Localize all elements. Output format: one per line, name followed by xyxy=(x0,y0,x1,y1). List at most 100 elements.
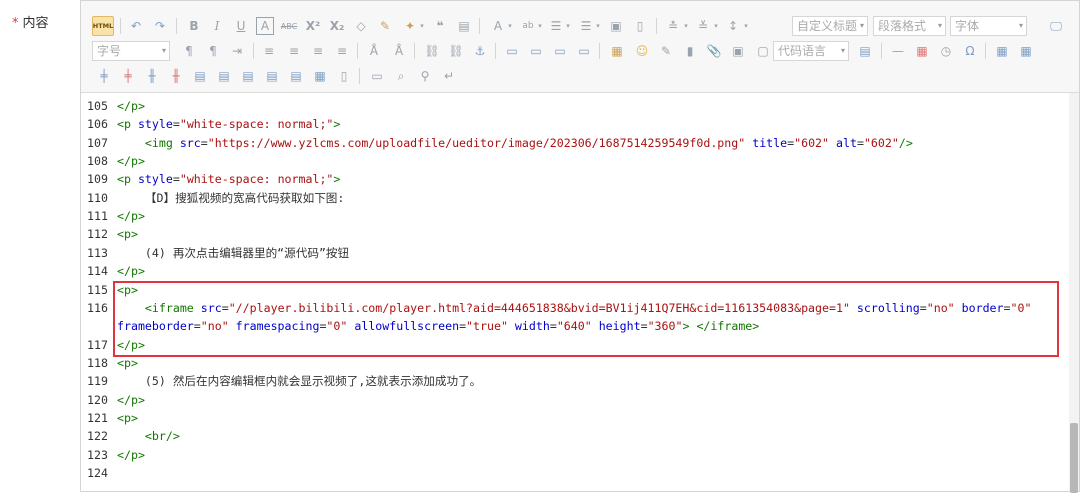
anchor-icon[interactable]: ⚓ xyxy=(471,42,489,60)
code-line: 113 (4) 再次点击编辑器里的“源代码”按钮 xyxy=(81,244,1069,262)
align-center-icon[interactable]: ≡ xyxy=(285,42,303,60)
vertical-scrollbar[interactable] xyxy=(1069,93,1079,493)
code-token: "602" xyxy=(794,135,830,150)
emotion-icon[interactable]: ☺ xyxy=(633,42,651,60)
indent-icon[interactable]: ⇥ xyxy=(228,42,246,60)
subscript-icon[interactable]: X₂ xyxy=(328,17,346,35)
chevron-down-icon[interactable]: ▾ xyxy=(707,17,725,35)
toolbar-separator xyxy=(414,43,415,59)
image-left-icon[interactable]: ▭ xyxy=(527,42,545,60)
lowercase-icon[interactable]: Å xyxy=(390,42,408,60)
select-all-icon[interactable]: ▣ xyxy=(607,17,625,35)
line-number: 124 xyxy=(87,466,108,480)
split-cells-icon[interactable]: ▤ xyxy=(263,67,281,85)
insert-image-icon[interactable]: ▦ xyxy=(608,42,626,60)
image-right-icon[interactable]: ▭ xyxy=(551,42,569,60)
code-line: 121 <p> xyxy=(81,409,1069,427)
link-icon[interactable]: ⛓ xyxy=(423,42,441,60)
insert-col-icon[interactable]: ╫ xyxy=(143,67,161,85)
line-number: 116 xyxy=(87,300,108,315)
paste-plain-icon[interactable]: ▤ xyxy=(455,17,473,35)
source-code-button[interactable]: HTML xyxy=(92,16,114,36)
newline-icon[interactable]: ↵ xyxy=(440,67,458,85)
chart-icon[interactable]: ▯ xyxy=(335,67,353,85)
redo-icon[interactable]: ↷ xyxy=(151,17,169,35)
font-border-icon[interactable]: A xyxy=(256,17,274,35)
date-icon[interactable]: ▦ xyxy=(913,42,931,60)
bold-icon[interactable]: B xyxy=(185,17,203,35)
chevron-down-icon[interactable]: ▾ xyxy=(737,17,755,35)
code-token: <img xyxy=(144,135,180,150)
merge-cells-icon[interactable]: ▤ xyxy=(191,67,209,85)
attachment-icon[interactable]: 📎 xyxy=(705,42,723,60)
delete-table-icon[interactable]: ▦ xyxy=(1017,42,1035,60)
align-left-icon[interactable]: ≡ xyxy=(260,42,278,60)
template-icon[interactable]: ▤ xyxy=(856,42,874,60)
code-token: "0" xyxy=(326,319,348,334)
ltr-direction-icon[interactable]: ¶ xyxy=(180,42,198,60)
undo-icon[interactable]: ↶ xyxy=(127,17,145,35)
code-token: <p> xyxy=(117,227,138,242)
fullscreen-icon[interactable]: 🖵 xyxy=(1047,17,1065,35)
chevron-down-icon[interactable]: ▾ xyxy=(501,17,519,35)
merge-down-icon[interactable]: ▤ xyxy=(239,67,257,85)
italic-icon[interactable]: I xyxy=(208,17,226,35)
time-icon[interactable]: ◷ xyxy=(937,42,955,60)
special-chars-icon[interactable]: Ω xyxy=(961,42,979,60)
eraser-icon[interactable]: ◇ xyxy=(352,17,370,35)
scrawl-icon[interactable]: ✎ xyxy=(657,42,675,60)
align-right-icon[interactable]: ≡ xyxy=(309,42,327,60)
delete-col-icon[interactable]: ╫ xyxy=(167,67,185,85)
superscript-icon[interactable]: X² xyxy=(304,17,322,35)
code-token: = xyxy=(459,319,467,334)
preview-icon[interactable]: ⌕ xyxy=(392,67,410,85)
insert-video-icon[interactable]: ▮ xyxy=(681,42,699,60)
code-text: </p> xyxy=(117,152,1069,170)
merge-right-icon[interactable]: ▤ xyxy=(215,67,233,85)
line-number: 120 xyxy=(87,392,108,407)
code-token: "0" xyxy=(1010,300,1032,315)
code-line: 122 <br/> xyxy=(81,427,1069,445)
horizontal-rule-icon[interactable]: — xyxy=(889,42,907,60)
code-text: </p> xyxy=(117,97,1069,115)
delete-row-icon[interactable]: ╪ xyxy=(119,67,137,85)
code-token: "https://www.yzlcms.com/uploadfile/uedit… xyxy=(207,135,746,150)
code-token: <p> xyxy=(117,282,138,297)
custom-heading-select[interactable]: 自定义标题 ▾ xyxy=(792,16,868,36)
blockquote-icon[interactable]: ❝ xyxy=(431,17,449,35)
code-text: <p> xyxy=(117,409,1069,427)
clear-doc-icon[interactable]: ▯ xyxy=(631,17,649,35)
image-center-icon[interactable]: ▭ xyxy=(575,42,593,60)
unlink-icon[interactable]: ⛓ xyxy=(447,42,465,60)
split-cols-icon[interactable]: ▦ xyxy=(311,67,329,85)
scrollbar-thumb[interactable] xyxy=(1070,423,1078,493)
code-line: 124 xyxy=(81,464,1069,482)
align-justify-icon[interactable]: ≡ xyxy=(333,42,351,60)
source-code-area[interactable]: 105 </p> 106 <p style="white-space: normal;… xyxy=(81,93,1069,491)
uppercase-icon[interactable]: Å xyxy=(365,42,383,60)
image-none-icon[interactable]: ▭ xyxy=(503,42,521,60)
paragraph-format-select[interactable]: 段落格式 ▾ xyxy=(873,16,946,36)
code-line: 115 <p> xyxy=(81,281,1069,299)
search-replace-icon[interactable]: ⚲ xyxy=(416,67,434,85)
code-language-select[interactable]: 代码语言 ▾ xyxy=(773,41,849,61)
chevron-down-icon[interactable]: ▾ xyxy=(677,17,695,35)
code-token: = xyxy=(172,172,180,187)
chevron-down-icon[interactable]: ▾ xyxy=(559,17,577,35)
split-rows-icon[interactable]: ▤ xyxy=(287,67,305,85)
font-family-select[interactable]: 字体 ▾ xyxy=(950,16,1027,36)
code-token: style xyxy=(137,117,173,132)
insert-table-icon[interactable]: ▦ xyxy=(993,42,1011,60)
underline-icon[interactable]: U xyxy=(232,17,250,35)
rtl-direction-icon[interactable]: ¶ xyxy=(204,42,222,60)
map-icon[interactable]: ▣ xyxy=(729,42,747,60)
insert-frame-icon[interactable]: ▢ xyxy=(754,42,772,60)
font-size-select[interactable]: 字号 ▾ xyxy=(92,41,170,61)
strikethrough-icon[interactable]: ABC xyxy=(280,17,298,35)
chevron-down-icon[interactable]: ▾ xyxy=(413,17,431,35)
toolbar-separator xyxy=(495,43,496,59)
insert-row-icon[interactable]: ╪ xyxy=(95,67,113,85)
format-brush-icon[interactable]: ✎ xyxy=(376,17,394,35)
print-icon[interactable]: ▭ xyxy=(368,67,386,85)
chevron-down-icon[interactable]: ▾ xyxy=(589,17,607,35)
